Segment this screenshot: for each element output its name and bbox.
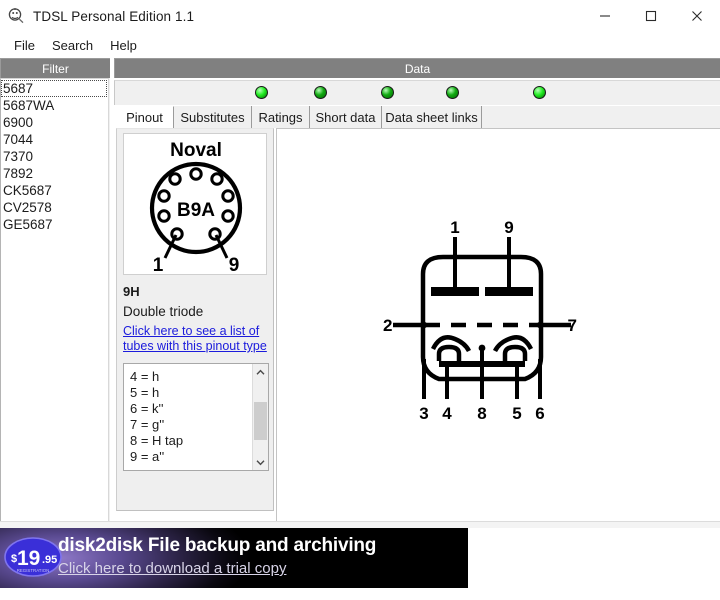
pin-rows: 4 = h5 = h6 = k'' 7 = g'' 8 = H tap 9 = a'': [124, 364, 252, 470]
ad-title: disk2disk File backup and archiving: [58, 535, 377, 556]
tube-list-item[interactable]: 5687: [1, 80, 107, 97]
title-bar: TDSL Personal Edition 1.1: [0, 0, 720, 32]
schematic-panel: 1 9 2 7 3 4 8 5 6: [276, 128, 720, 521]
tube-list-item[interactable]: 5687WA: [1, 97, 110, 114]
led-status-strip: [114, 80, 720, 105]
svg-text:6: 6: [535, 404, 544, 423]
pin-list-scrollbar[interactable]: [252, 364, 268, 470]
tube-list[interactable]: 5687 5687WA 6900 7044 7370 7892 CK5687 CV2578 GE…: [0, 78, 110, 528]
close-button[interactable]: [674, 0, 720, 32]
tube-list-item[interactable]: 7044: [1, 131, 110, 148]
list-scrollbar[interactable]: [108, 78, 110, 528]
menu-bar: File Search Help: [0, 33, 720, 57]
tube-list-item[interactable]: CV2578: [1, 199, 110, 216]
data-header: Data: [114, 58, 720, 78]
led-substitutes: [314, 86, 327, 99]
base-code: 9H: [123, 284, 140, 299]
application-window: TDSL Personal Edition 1.1 File Search He…: [0, 0, 720, 600]
tube-list-item[interactable]: 6900: [1, 114, 110, 131]
svg-text:REGISTRATION: REGISTRATION: [17, 568, 50, 573]
tube-list-item[interactable]: 7892: [1, 165, 110, 182]
menu-file[interactable]: File: [6, 36, 44, 55]
menu-search[interactable]: Search: [44, 36, 102, 55]
svg-text:1: 1: [450, 221, 459, 237]
window-title: TDSL Personal Edition 1.1: [33, 8, 195, 24]
led-pinout: [255, 86, 268, 99]
filter-panel: Filter 5687 5687WA 6900 7044 7370 7892 CK5687 C…: [0, 58, 110, 528]
pin-row: 7 = g'': [130, 417, 165, 432]
svg-text:5: 5: [512, 404, 521, 423]
ad-banner[interactable]: $ 19 .95 REGISTRATION disk2disk File bac…: [0, 528, 468, 588]
pin-row: 5 = h: [130, 385, 160, 400]
svg-text:4: 4: [442, 404, 452, 423]
tube-list-item[interactable]: CK5687: [1, 182, 110, 199]
svg-text:3: 3: [419, 404, 428, 423]
chevron-up-icon[interactable]: [253, 364, 268, 380]
svg-text:9: 9: [504, 221, 513, 237]
pinout-panel: Noval B9A 1 9 9H Double triode Click her…: [116, 128, 274, 511]
minimize-button[interactable]: [582, 0, 628, 32]
tube-description: Double triode: [123, 304, 204, 319]
led-short-data: [446, 86, 459, 99]
price-badge: $ 19 .95 REGISTRATION: [4, 536, 62, 578]
tube-list-item[interactable]: 7370: [1, 148, 110, 165]
maximize-button[interactable]: [628, 0, 674, 32]
led-ratings: [381, 86, 394, 99]
tab-strip: Pinout Substitutes Ratings Short data Data s…: [116, 106, 720, 128]
chevron-down-icon[interactable]: [253, 454, 268, 470]
tab-short-data[interactable]: Short data: [310, 106, 382, 128]
tube-icon: [7, 7, 25, 25]
tab-substitutes[interactable]: Substitutes: [174, 106, 252, 128]
tube-list-item[interactable]: GE5687: [1, 216, 110, 233]
bottom-area: [0, 588, 720, 600]
svg-text:9: 9: [229, 255, 240, 275]
pinout-type-link[interactable]: Click here to see a list of tubes with t…: [123, 324, 271, 354]
pin-assignment-list[interactable]: 4 = h5 = h6 = k'' 7 = g'' 8 = H tap 9 = a'': [123, 363, 269, 471]
panel-bottom-edge: [0, 521, 720, 528]
window-controls: [582, 0, 720, 32]
svg-text:7: 7: [568, 316, 577, 335]
pin-row: 9 = a'': [130, 449, 165, 464]
scrollbar-thumb[interactable]: [254, 402, 267, 440]
svg-text:2: 2: [383, 316, 392, 335]
pin-row: 4 = h: [130, 369, 160, 384]
svg-text:B9A: B9A: [177, 200, 215, 221]
svg-text:19: 19: [17, 547, 40, 570]
tab-data-sheet-links[interactable]: Data sheet links: [382, 106, 482, 128]
base-diagram: Noval B9A 1 9: [123, 133, 267, 275]
filter-header: Filter: [0, 58, 110, 78]
svg-text:.95: .95: [42, 554, 57, 566]
ad-cta-link[interactable]: Click here to download a trial copy: [58, 560, 286, 577]
svg-text:1: 1: [153, 255, 164, 275]
tube-schematic: 1 9 2 7 3 4 8 5 6: [383, 221, 577, 423]
led-data-sheet-links: [533, 86, 546, 99]
svg-text:8: 8: [477, 404, 486, 423]
svg-text:Noval: Noval: [170, 140, 222, 161]
tab-pinout[interactable]: Pinout: [116, 106, 174, 128]
pin-row: 8 = H tap: [130, 433, 184, 448]
pin-row: 6 = k'': [130, 401, 164, 416]
menu-help[interactable]: Help: [102, 36, 146, 55]
tab-ratings[interactable]: Ratings: [252, 106, 310, 128]
